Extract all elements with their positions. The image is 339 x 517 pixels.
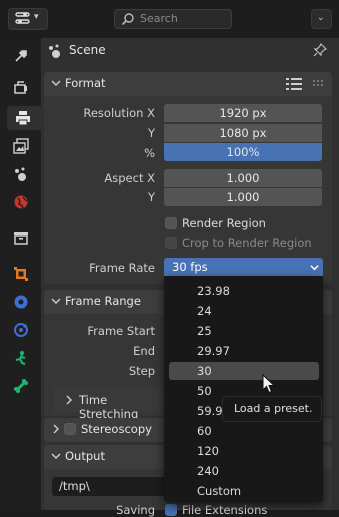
frame-step-label: Step — [128, 364, 155, 378]
format-section-header[interactable]: Format — [44, 72, 332, 96]
frame-rate-select[interactable]: 30 fps — [164, 258, 323, 277]
tab-modifiers[interactable] — [5, 290, 37, 314]
aspect-y-label: Y — [147, 190, 155, 204]
frame-rate-dropdown-menu: 23.98 24 25 29.97 30 50 59.94 60 120 240… — [164, 276, 323, 502]
frame-range-section-title: Frame Range — [65, 294, 141, 308]
frame-rate-value: 30 fps — [172, 260, 208, 274]
chevron-down-icon — [51, 298, 61, 304]
world-icon — [14, 195, 28, 209]
saving-label: Saving — [116, 503, 155, 517]
frame-rate-option[interactable]: 23.98 — [169, 282, 319, 300]
pin-icon[interactable] — [313, 43, 327, 57]
crop-region-checkbox[interactable] — [165, 237, 177, 249]
tab-output[interactable] — [7, 106, 41, 130]
breadcrumb: Scene — [41, 38, 339, 64]
resolution-percent-label: % — [144, 146, 155, 160]
stereoscopy-checkbox[interactable] — [64, 423, 76, 435]
output-path-value: /tmp\ — [59, 479, 90, 493]
resolution-y-label: Y — [147, 126, 155, 140]
render-region-checkbox[interactable] — [165, 217, 177, 229]
tab-world[interactable] — [5, 190, 37, 214]
search-placeholder: Search — [140, 12, 178, 25]
mouse-cursor-icon — [262, 374, 275, 394]
file-extensions-label: File Extensions — [182, 503, 268, 517]
frame-rate-option[interactable]: 25 — [169, 322, 319, 340]
resolution-x-label: Resolution X — [83, 106, 155, 120]
tab-data[interactable] — [5, 374, 37, 398]
time-stretching-subpanel[interactable]: Time Stretching — [54, 388, 166, 421]
search-icon — [121, 13, 134, 26]
chevron-down-icon — [51, 453, 61, 459]
output-path-field[interactable]: /tmp\ — [52, 477, 168, 496]
chevron-down-icon — [51, 80, 61, 86]
presets-list-icon[interactable] — [286, 77, 302, 91]
bone-icon — [14, 379, 28, 393]
frame-end-label: End — [133, 344, 155, 358]
render-region-label: Render Region — [182, 216, 266, 230]
scene-icon — [15, 167, 26, 181]
tab-render[interactable] — [5, 76, 37, 100]
tab-collection[interactable] — [5, 226, 37, 250]
printer-icon — [16, 111, 30, 126]
stereoscopy-section-title: Stereoscopy — [81, 422, 152, 436]
frame-start-label: Frame Start — [87, 324, 155, 338]
tab-object[interactable] — [5, 262, 37, 286]
aspect-y-field[interactable]: 1.000 — [164, 188, 322, 206]
frame-rate-option[interactable]: 120 — [169, 442, 319, 460]
frame-rate-option-hovered[interactable]: 30 — [169, 362, 319, 380]
aspect-x-label: Aspect X — [104, 171, 155, 185]
tooltip: Load a preset. — [222, 396, 322, 422]
frame-rate-option[interactable]: Custom — [169, 482, 319, 500]
chevron-down-icon: ⌄ — [317, 13, 325, 23]
frame-rate-option[interactable]: 24 — [169, 302, 319, 320]
crop-region-label: Crop to Render Region — [182, 236, 312, 250]
file-extensions-checkbox[interactable] — [165, 504, 177, 516]
options-dropdown-button[interactable]: ⌄ — [311, 9, 332, 29]
tab-physics[interactable] — [5, 318, 37, 342]
view-layer-icon — [13, 138, 29, 154]
modifier-icon — [14, 295, 28, 309]
properties-tabs — [0, 38, 41, 510]
search-field[interactable]: Search — [114, 9, 232, 29]
format-section-title: Format — [65, 76, 106, 90]
object-icon — [14, 267, 28, 281]
chevron-right-icon — [53, 424, 59, 434]
resolution-x-field[interactable]: 1920 px — [164, 104, 322, 122]
tab-constraints[interactable] — [5, 346, 37, 370]
aspect-x-field[interactable]: 1.000 — [164, 169, 322, 187]
constraint-icon — [15, 351, 26, 365]
breadcrumb-label: Scene — [69, 43, 106, 57]
chevron-right-icon — [66, 395, 72, 405]
time-stretching-label: Time Stretching — [79, 393, 139, 421]
tab-view-layer[interactable] — [5, 134, 37, 158]
frame-rate-option[interactable]: 29.97 — [169, 342, 319, 360]
tab-tool[interactable] — [5, 44, 37, 68]
chevron-down-icon — [310, 265, 319, 271]
chevron-down-icon: ▾ — [34, 12, 39, 22]
properties-editor-icon — [15, 12, 30, 24]
frame-rate-label: Frame Rate — [89, 261, 155, 275]
output-section-title: Output — [65, 449, 105, 463]
resolution-percent-slider[interactable]: 100% — [164, 143, 322, 161]
tab-scene[interactable] — [5, 162, 37, 186]
physics-icon — [14, 323, 28, 337]
frame-rate-option[interactable]: 60 — [169, 422, 319, 440]
frame-rate-option[interactable]: 240 — [169, 462, 319, 480]
render-icon — [14, 81, 27, 94]
editor-type-button[interactable]: ▾ — [8, 8, 48, 30]
drag-handle-icon[interactable] — [313, 80, 325, 86]
tool-icon — [15, 50, 27, 62]
collection-icon — [14, 232, 28, 245]
resolution-y-field[interactable]: 1080 px — [164, 124, 322, 142]
scene-icon — [49, 44, 60, 58]
